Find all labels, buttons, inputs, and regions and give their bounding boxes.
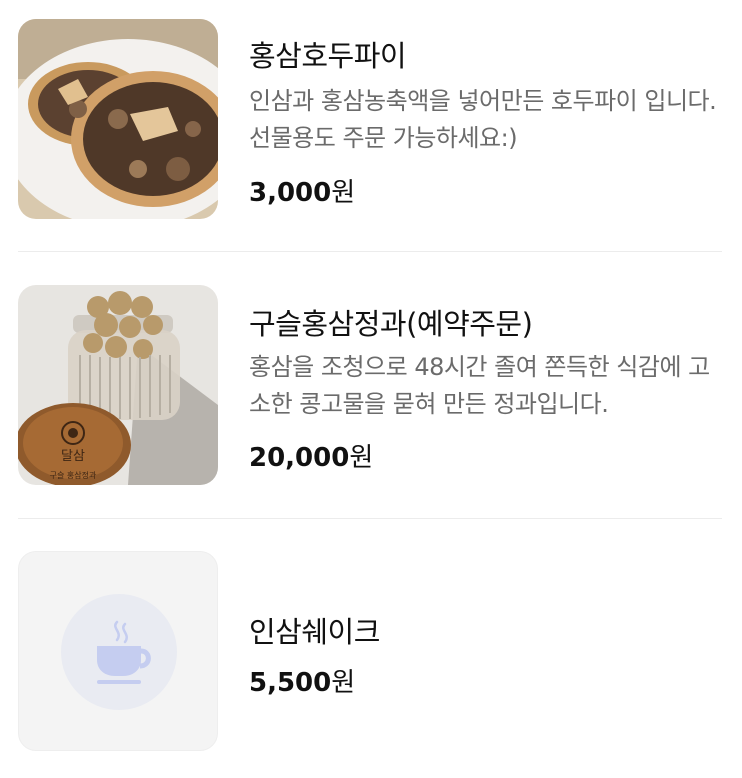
currency-label: 원 (331, 668, 356, 698)
divider (18, 518, 722, 519)
item-price: 3,000원 (249, 172, 355, 209)
price-value: 3,000 (249, 178, 332, 208)
item-price: 5,500원 (249, 662, 355, 699)
item-description: 인삼과 홍삼농축액을 넣어만든 호두파이 입니다. 선물용도 주문 가능하세요:… (249, 87, 717, 152)
divider (18, 251, 722, 252)
price-value: 20,000 (249, 443, 350, 473)
red-ginseng-jar-photo: 달삼 구슬 홍삼정과 (18, 285, 218, 485)
item-name: 인삼쉐이크 (249, 615, 380, 649)
currency-label: 원 (349, 443, 374, 473)
item-name: 구슬홍삼정과(예약주문) (249, 307, 533, 341)
item-description: 홍삼을 조청으로 48시간 졸여 쫀득한 식감에 고소한 콩고물을 묻혀 만든 … (249, 353, 710, 418)
jar-lid-subtext: 구슬 홍삼정과 (50, 470, 97, 480)
item-name: 홍삼호두파이 (249, 39, 407, 73)
menu-item-red-ginseng-jeonggwa[interactable]: 달삼 구슬 홍삼정과 구슬홍삼정과(예약주문) 홍삼을 조청으로 48시간 졸여… (0, 285, 742, 485)
item-price: 20,000원 (249, 437, 373, 474)
menu-item-ginseng-shake[interactable]: 인삼쉐이크 5,500원 (0, 551, 742, 751)
image-placeholder (18, 551, 218, 751)
menu-item-walnut-pie[interactable]: 홍삼호두파이 인삼과 홍삼농축액을 넣어만든 호두파이 입니다. 선물용도 주문… (0, 19, 742, 219)
jar-lid-text: 달삼 (61, 449, 85, 464)
currency-label: 원 (331, 178, 356, 208)
price-value: 5,500 (249, 668, 332, 698)
walnut-pie-photo (18, 19, 218, 219)
